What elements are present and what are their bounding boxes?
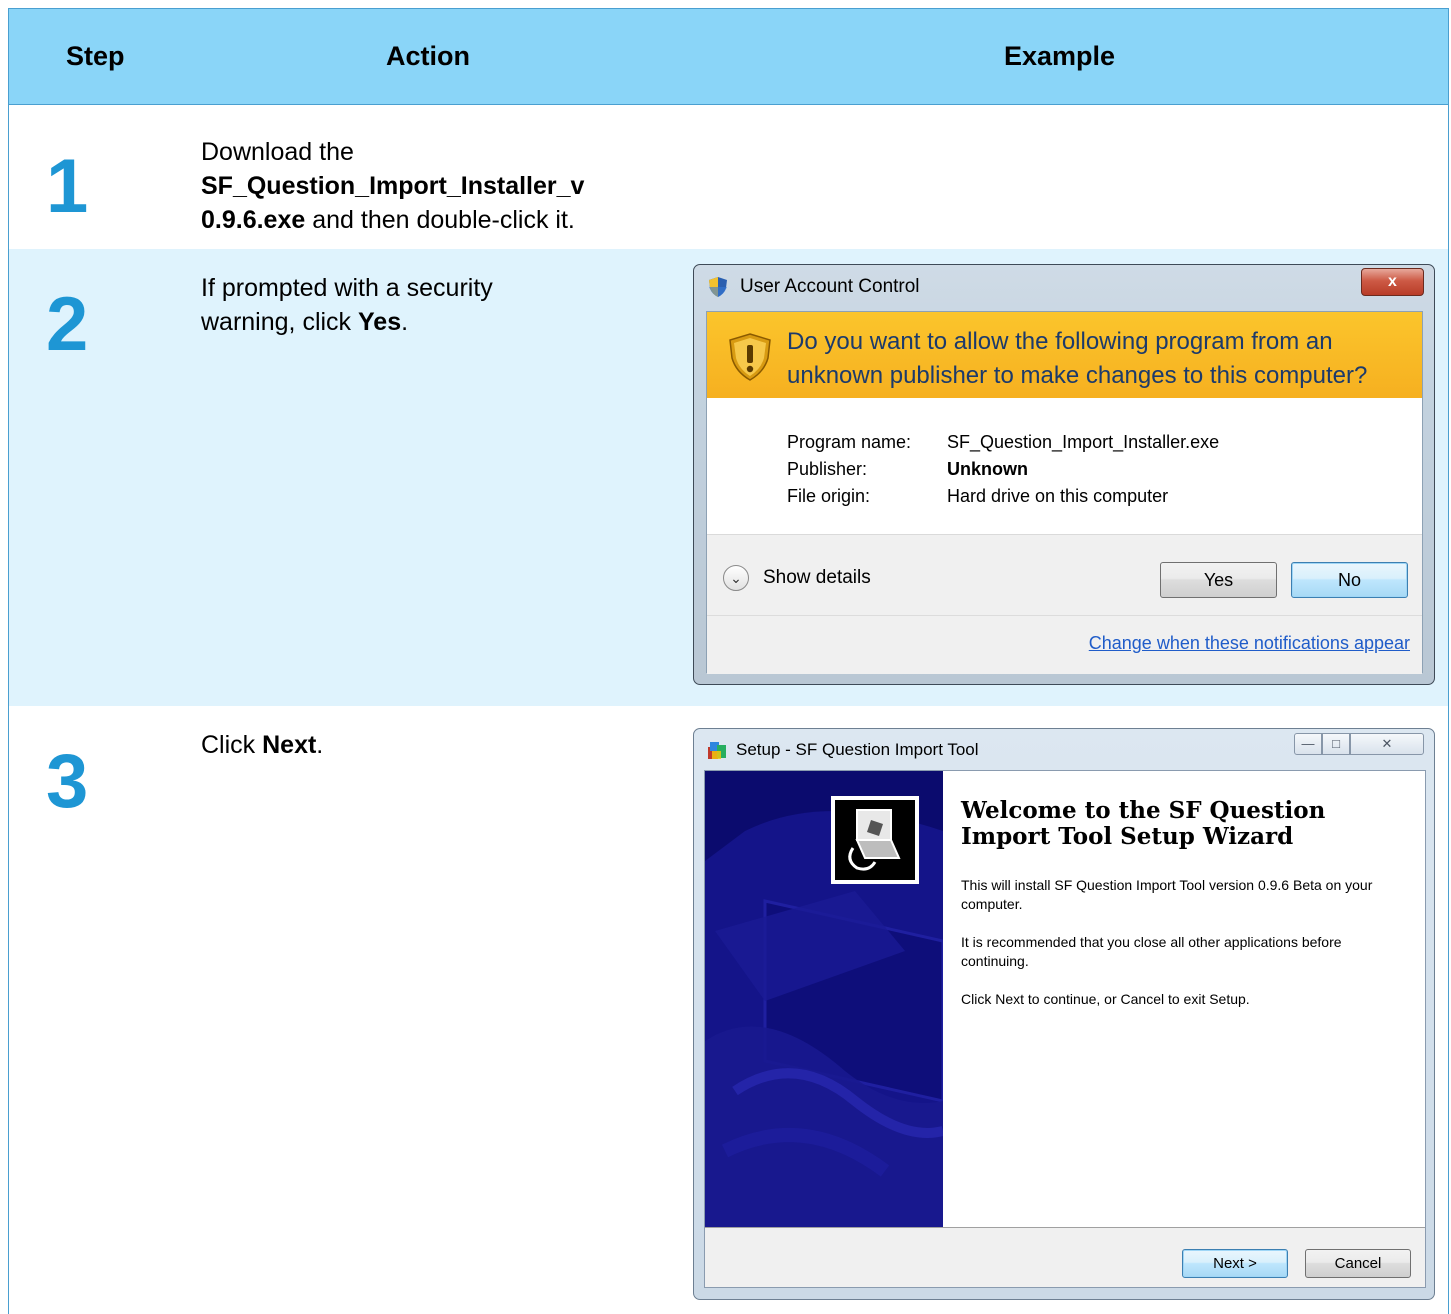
header-step: Step: [66, 41, 125, 71]
step-number: 2: [46, 282, 89, 367]
uac-titlebar: User Account Control x: [694, 265, 1434, 309]
step-action: If prompted with a security warning, cli…: [201, 271, 493, 339]
program-name-value: SF_Question_Import_Installer.exe: [947, 432, 1220, 452]
uac-dialog: User Account Control x Do you want to al…: [693, 264, 1435, 685]
show-details-toggle[interactable]: Show details: [763, 567, 871, 589]
installer-icon: [848, 809, 901, 871]
step-row-1: 1 Download the SF_Question_Import_Instal…: [9, 105, 1448, 249]
step-action: Click Next.: [201, 728, 323, 762]
uac-content: Do you want to allow the following progr…: [706, 311, 1423, 674]
uac-program-info: Program name: SF_Question_Import_Installe…: [787, 429, 1219, 510]
action-text-after: and then double-click it.: [305, 206, 575, 234]
uac-question-line2: unknown publisher to make changes to thi…: [787, 362, 1368, 389]
action-text: Click: [201, 731, 263, 759]
file-name: SF_Question_Import_Installer_v: [201, 172, 585, 200]
uac-question-line1: Do you want to allow the following progr…: [787, 328, 1333, 355]
next-button[interactable]: Next >: [1182, 1249, 1288, 1278]
change-notifications-link[interactable]: Change when these notifications appear: [1089, 633, 1410, 654]
publisher-value: Unknown: [947, 459, 1028, 479]
step-row-2: 2 If prompted with a security warning, c…: [9, 249, 1448, 706]
setup-logo: [831, 796, 919, 884]
yes-button[interactable]: Yes: [1160, 562, 1277, 598]
divider: [707, 615, 1422, 616]
step-action: Download the SF_Question_Import_Installe…: [201, 135, 584, 237]
wizard-button-bar: Next > Cancel: [705, 1227, 1425, 1289]
step-row-3: 3 Click Next. Setup - SF Question Import…: [9, 706, 1448, 1314]
wizard-paragraph-continue: Click Next to continue, or Cancel to exi…: [961, 991, 1250, 1007]
minimize-button[interactable]: —: [1294, 733, 1322, 755]
wizard-content: Welcome to the SF Question Import Tool S…: [943, 771, 1425, 1227]
cancel-button[interactable]: Cancel: [1305, 1249, 1411, 1278]
uac-warning-banner: Do you want to allow the following progr…: [707, 312, 1422, 398]
uac-shield-icon: [709, 277, 727, 297]
setup-title: Setup - SF Question Import Tool: [736, 740, 979, 759]
maximize-button[interactable]: □: [1322, 733, 1350, 755]
file-origin-value: Hard drive on this computer: [947, 486, 1169, 506]
action-text-after: .: [401, 308, 409, 336]
action-text: Download the: [201, 138, 354, 166]
setup-app-icon: [708, 742, 726, 759]
setup-body: Welcome to the SF Question Import Tool S…: [704, 770, 1426, 1288]
wizard-heading: Welcome to the SF Question Import Tool S…: [961, 797, 1326, 850]
uac-question: Do you want to allow the following progr…: [787, 325, 1367, 393]
uac-close-button[interactable]: x: [1361, 268, 1424, 296]
uac-title: User Account Control: [740, 276, 920, 297]
wizard-paragraph-recommend: It is recommended that you close all oth…: [961, 934, 1342, 969]
header-action: Action: [386, 41, 470, 71]
step-number: 3: [46, 739, 89, 824]
next-emphasis: Next: [262, 731, 317, 759]
warning-shield-icon: [729, 333, 771, 381]
program-name-label: Program name:: [787, 432, 912, 452]
uac-footer: ⌄ Show details Yes No Change when these …: [707, 534, 1422, 674]
yes-emphasis: Yes: [358, 308, 402, 336]
close-button[interactable]: ✕: [1350, 733, 1424, 755]
table-header: Step Action Example: [9, 9, 1448, 105]
chevron-down-icon[interactable]: ⌄: [723, 565, 749, 591]
step-number: 1: [46, 144, 89, 229]
action-text-2: warning, click: [201, 308, 358, 336]
setup-wizard-dialog: Setup - SF Question Import Tool — □ ✕ We…: [693, 728, 1435, 1300]
action-text: If prompted with a security: [201, 274, 493, 302]
wizard-sidebar-image: [705, 771, 943, 1227]
instructions-table: Step Action Example 1 Download the SF_Qu…: [8, 8, 1449, 1314]
file-name-cont: 0.9.6.exe: [201, 206, 306, 234]
wizard-paragraph-install: This will install SF Question Import Too…: [961, 877, 1373, 912]
publisher-label: Publisher:: [787, 459, 868, 479]
no-button[interactable]: No: [1291, 562, 1408, 598]
action-text-after: .: [316, 731, 324, 759]
header-example: Example: [1004, 41, 1116, 71]
file-origin-label: File origin:: [787, 486, 871, 506]
